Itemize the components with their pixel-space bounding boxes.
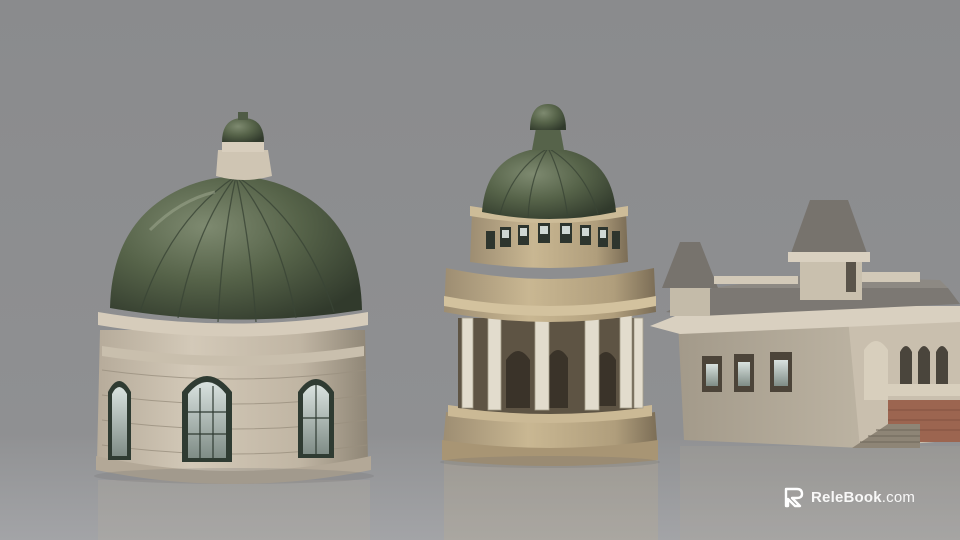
left-dome-window	[298, 379, 334, 458]
rotunda-column	[584, 311, 600, 411]
villa-window	[702, 356, 722, 392]
relebook-logo-icon	[784, 487, 804, 508]
watermark-text: ReleBook.com	[811, 488, 916, 506]
left-dome-window	[182, 376, 232, 462]
rotunda-column	[534, 311, 550, 411]
rotunda-column	[461, 317, 474, 409]
rotunda-column	[487, 313, 502, 411]
watermark: ReleBook.com	[783, 486, 915, 508]
rendered-scene	[0, 0, 960, 540]
villa-window	[734, 354, 754, 392]
rotunda-column	[619, 313, 633, 409]
rotunda-column	[633, 317, 644, 409]
left-dome-window	[108, 381, 131, 460]
villa-window	[770, 352, 792, 392]
